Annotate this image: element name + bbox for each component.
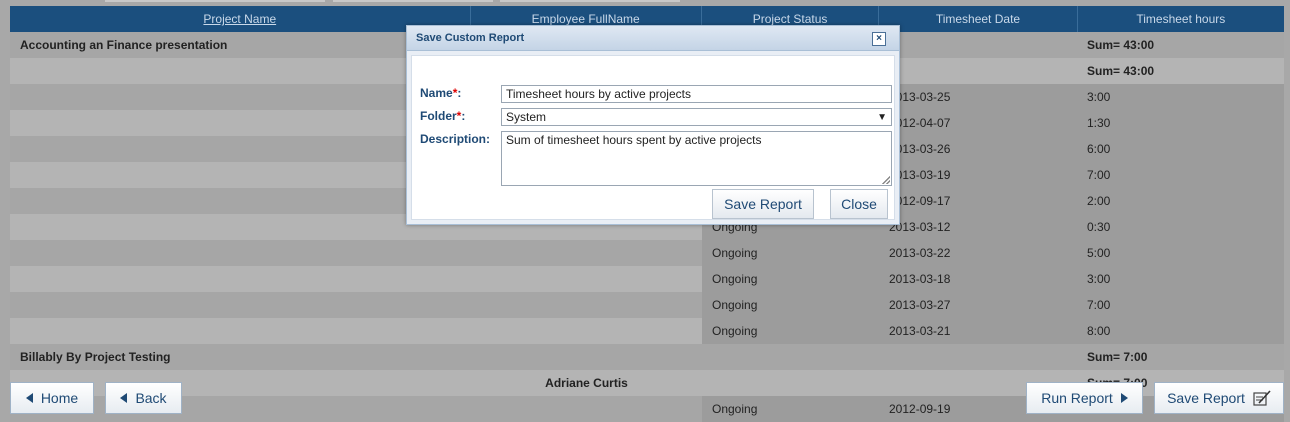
cell-hours: 7:00 <box>1077 292 1284 318</box>
cell-employee <box>471 318 702 344</box>
cell-hours: 3:00 <box>1077 84 1284 110</box>
dialog-close-icon[interactable]: × <box>872 32 886 46</box>
cell-hours: 6:00 <box>1077 136 1284 162</box>
home-button[interactable]: Home <box>10 382 94 414</box>
cell-project-name <box>10 162 471 188</box>
run-report-button-label: Run Report <box>1041 390 1113 406</box>
cell-date: 2013-03-21 <box>879 318 1077 344</box>
cell-status: Ongoing <box>702 318 879 344</box>
cell-project-name <box>10 110 471 136</box>
cell-hours: 7:00 <box>1077 162 1284 188</box>
cell-status: Ongoing <box>702 292 879 318</box>
cell-employee <box>471 396 702 422</box>
group-row: Billably By Project Testing Sum= 7:00 <box>10 344 1284 370</box>
name-input[interactable]: Timesheet hours by active projects <box>501 85 892 103</box>
cell-hours: 8:00 <box>1077 318 1284 344</box>
cell-employee <box>471 240 702 266</box>
run-report-button[interactable]: Run Report <box>1026 382 1143 414</box>
back-button[interactable]: Back <box>105 382 182 414</box>
description-textarea[interactable]: Sum of timesheet hours spent by active p… <box>501 131 892 186</box>
cell-date: 2013-03-22 <box>879 240 1077 266</box>
label-colon: : <box>461 109 466 123</box>
dialog-title: Save Custom Report <box>416 32 525 44</box>
cell-date: 2013-03-25 <box>879 84 1077 110</box>
cell-project-name: Billably By Project Testing <box>20 350 171 364</box>
cell-status: Ongoing <box>702 266 879 292</box>
cell-project-name <box>10 240 471 266</box>
cell-project-name <box>10 84 471 110</box>
name-label-text: Name <box>420 86 453 100</box>
cell-hours: 5:00 <box>1077 240 1284 266</box>
folder-select-value: System <box>506 110 547 124</box>
home-button-label: Home <box>40 390 79 406</box>
header-project-name[interactable]: Project Name <box>10 6 471 32</box>
cell-date <box>879 58 1077 84</box>
cell-project-name <box>10 318 471 344</box>
toolbar-tab-stub[interactable] <box>105 0 325 2</box>
cell-project-name <box>10 136 471 162</box>
save-report-button[interactable]: Save Report <box>1154 382 1284 414</box>
cell-date: 2013-03-19 <box>879 162 1077 188</box>
description-value: Sum of timesheet hours spent by active p… <box>506 133 762 147</box>
cell-employee <box>471 292 702 318</box>
cell-project-name: Accounting an Finance presentation <box>20 38 228 52</box>
cell-project-name <box>10 188 471 214</box>
cell-employee <box>471 344 702 370</box>
label-colon: : <box>457 86 462 100</box>
cell-hours: 0:30 <box>1077 214 1284 240</box>
arrow-left-icon <box>25 393 33 403</box>
cell-hours: Sum= 43:00 <box>1087 38 1155 52</box>
cell-date <box>879 344 1077 370</box>
cell-employee: Adriane Curtis <box>545 376 628 390</box>
cell-date: 2012-04-07 <box>879 110 1077 136</box>
arrow-right-icon <box>1120 393 1128 403</box>
dialog-title-bar: Save Custom Report × <box>407 26 899 51</box>
resize-grip-icon[interactable] <box>882 176 890 184</box>
save-edit-icon <box>1253 390 1271 406</box>
table-row: Ongoing 2013-03-22 5:00 <box>10 240 1284 266</box>
save-custom-report-dialog: Save Custom Report × Name*: Timesheet ho… <box>406 25 900 225</box>
cell-project-name <box>10 214 471 240</box>
cell-project-name <box>10 58 471 84</box>
cell-project-name <box>10 266 471 292</box>
save-report-button-label: Save Report <box>1167 390 1245 406</box>
cell-hours: 3:00 <box>1077 266 1284 292</box>
folder-label: Folder*: <box>420 109 465 123</box>
cell-status: Ongoing <box>702 396 879 422</box>
arrow-left-icon <box>120 393 128 403</box>
table-row: Ongoing 2013-03-27 7:00 <box>10 292 1284 318</box>
cell-date: 2012-09-17 <box>879 188 1077 214</box>
cell-date: 2013-03-12 <box>879 214 1077 240</box>
cell-status: Ongoing <box>702 240 879 266</box>
header-timesheet-hours[interactable]: Timesheet hours <box>1078 6 1284 32</box>
folder-label-text: Folder <box>420 109 457 123</box>
dialog-save-report-button[interactable]: Save Report <box>712 189 814 219</box>
dropdown-arrow-icon: ▼ <box>877 111 887 123</box>
cell-employee <box>471 266 702 292</box>
cell-hours: Sum= 7:00 <box>1087 350 1148 364</box>
name-label: Name*: <box>420 86 461 100</box>
description-label: Description: <box>420 132 491 146</box>
cell-hours: Sum= 43:00 <box>1087 64 1155 78</box>
dialog-body: Name*: Timesheet hours by active project… <box>411 55 895 220</box>
header-timesheet-date[interactable]: Timesheet Date <box>879 6 1078 32</box>
folder-select[interactable]: System ▼ <box>501 108 892 126</box>
cell-status <box>702 344 879 370</box>
cell-date <box>879 32 1077 58</box>
toolbar-tab-stub[interactable] <box>333 0 493 2</box>
back-button-label: Back <box>135 390 167 406</box>
cell-date: 2013-03-18 <box>879 266 1077 292</box>
table-row: Ongoing 2013-03-21 8:00 <box>10 318 1284 344</box>
cell-hours: 2:00 <box>1077 188 1284 214</box>
cell-date: 2013-03-27 <box>879 292 1077 318</box>
table-row: Ongoing 2013-03-18 3:00 <box>10 266 1284 292</box>
cell-hours: 1:30 <box>1077 110 1284 136</box>
toolbar-tab-stub[interactable] <box>500 0 680 2</box>
dialog-close-button[interactable]: Close <box>830 189 888 219</box>
cell-project-name <box>10 292 471 318</box>
cell-status <box>702 370 879 396</box>
cell-date: 2013-03-26 <box>879 136 1077 162</box>
